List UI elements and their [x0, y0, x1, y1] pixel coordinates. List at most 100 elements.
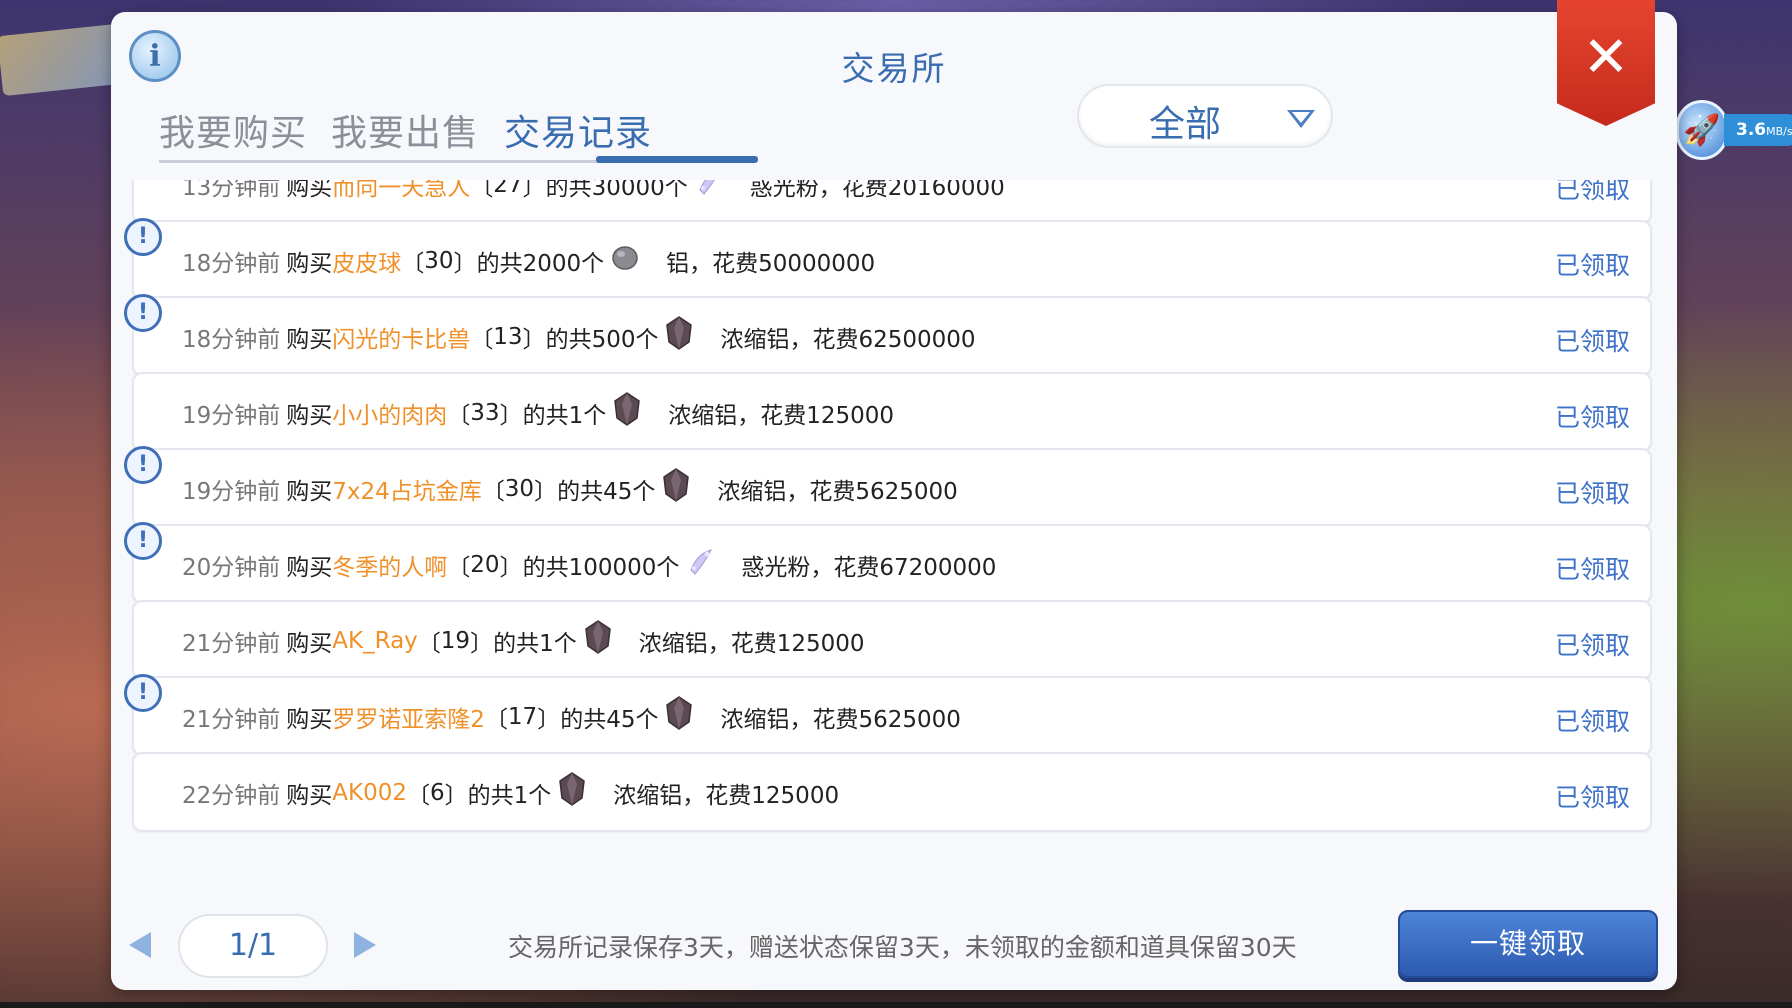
record-count: 的共2000个 [476, 251, 605, 277]
record-count: 的共30000个 [545, 180, 688, 201]
record-count: 的共500个 [545, 327, 659, 353]
filter-dropdown[interactable]: 全部 [1077, 84, 1333, 148]
record-player: 7x24占坑金库 [332, 479, 482, 505]
record-count: 的共1个 [467, 783, 552, 809]
record-player: 罗罗诺亚索隆2 [332, 707, 485, 733]
records-list[interactable]: 13分钟前 购买 而向一天急人〔 27 〕的共30000个 惑光粉 ，花费20160000 已… [111, 180, 1677, 896]
record-level-open: 〔 [484, 707, 508, 733]
record-player: AK_Ray [332, 628, 418, 654]
claim-all-button[interactable]: 一键领取 [1398, 910, 1658, 978]
record-level: 20 [470, 552, 500, 578]
record-action: 购买 [286, 707, 333, 733]
record-level-open: 〔 [447, 403, 471, 429]
stardust-icon [694, 180, 724, 198]
next-page-icon[interactable] [354, 932, 376, 958]
network-speed-widget[interactable]: 🚀 3.6MB/s [1676, 100, 1792, 160]
record-level-open: 〔 [401, 251, 425, 277]
record-material: 浓缩铝 [613, 783, 683, 809]
record-material: 铝 [666, 251, 690, 277]
record-cost: ，花费5625000 [789, 707, 961, 733]
record-level: 17 [507, 704, 538, 730]
record-row[interactable]: ! 18分钟前 购买 闪光的卡比兽〔 13 〕的共500个 浓缩铝 ，花费62500000 已领… [124, 294, 1652, 376]
record-status[interactable]: 已领取 [1555, 626, 1630, 662]
tab-records[interactable]: 交易记录 [504, 104, 652, 156]
alert-icon[interactable]: ! [124, 674, 162, 712]
record-cost: ，花费125000 [682, 783, 840, 809]
record-action: 购买 [286, 555, 333, 581]
record-action: 购买 [286, 327, 333, 353]
panel-title: 交易所 [841, 49, 947, 88]
record-time: 22分钟前 [182, 783, 281, 809]
record-level: 30 [424, 248, 454, 274]
record-row[interactable]: 22分钟前 购买 AK002 〔 6 〕的共1个 浓缩铝 ，花费125000 已领取 [132, 752, 1652, 832]
speed-value: 3.6 [1736, 120, 1767, 140]
record-status[interactable]: 已领取 [1555, 550, 1630, 586]
record-time: 20分钟前 [182, 555, 281, 581]
record-text: 18分钟前 购买 皮皮球〔 30 〕的共2000个 铝，花费50000000 [182, 244, 875, 278]
exchange-panel: i 交易所 ✕ 我要购买 我要出售 交易记录 全部 13分钟前 购买 而向一天急人〔… [111, 0, 1677, 990]
record-count: 的共45个 [557, 479, 656, 505]
crystal-icon [664, 316, 694, 350]
alert-icon[interactable]: ! [124, 218, 162, 256]
alert-icon[interactable]: ! [124, 446, 162, 484]
record-count: 的共1个 [493, 631, 577, 657]
record-status[interactable]: 已领取 [1555, 778, 1630, 814]
tab-bar: 我要购买 我要出售 交易记录 [159, 92, 758, 163]
record-status[interactable]: 已领取 [1555, 702, 1630, 738]
record-status[interactable]: 已领取 [1555, 474, 1630, 510]
record-cost: ，花费62500000 [789, 327, 976, 353]
record-level: 6 [430, 780, 445, 806]
record-level-open: 〔 [417, 631, 441, 657]
prev-page-icon[interactable] [129, 932, 151, 958]
record-level: 33 [470, 400, 500, 426]
record-row[interactable]: 19分钟前 购买 小小的肉肉〔 33 〕的共1个 浓缩铝 ，花费125000 已领取 [132, 372, 1652, 452]
record-material: 浓缩铝 [668, 403, 738, 429]
record-cost: ，花费67200000 [810, 555, 997, 581]
record-material: 浓缩铝 [720, 707, 790, 733]
record-level-close: 〕 [534, 479, 558, 505]
record-action: 购买 [286, 403, 333, 429]
footer-bar: 1/1 交易所记录保存3天，赠送状态保留3天，未领取的金额和道具保留30天 一键… [111, 898, 1677, 990]
record-player: 皮皮球 [332, 251, 402, 277]
record-row[interactable]: 21分钟前 购买 AK_Ray 〔 19 〕的共1个 浓缩铝 ，花费125000 已领取 [132, 600, 1652, 680]
record-player: AK002 [332, 780, 407, 806]
record-action: 购买 [286, 251, 333, 277]
record-row[interactable]: ! 19分钟前 购买 7x24占坑金库〔 30 〕的共45个 浓缩铝 ，花费5625000 已领… [124, 446, 1652, 528]
record-row[interactable]: ! 21分钟前 购买 罗罗诺亚索隆2 〔 17 〕的共45个 浓缩铝 ，花费5625000 已领取 [124, 674, 1652, 756]
record-material: 浓缩铝 [720, 327, 790, 353]
record-action: 购买 [286, 479, 333, 505]
tab-buy[interactable]: 我要购买 [159, 104, 307, 156]
record-text: 19分钟前 购买 7x24占坑金库〔 30 〕的共45个 浓缩铝 ，花费5625000 [182, 468, 958, 506]
alert-icon[interactable]: ! [124, 522, 162, 560]
record-level: 19 [440, 628, 471, 654]
record-player: 冬季的人啊 [332, 555, 448, 581]
ore-icon [610, 240, 640, 274]
record-time: 13分钟前 [182, 180, 281, 201]
record-level-open: 〔 [447, 555, 471, 581]
record-text: 20分钟前 购买 冬季的人啊〔 20 〕的共100000个 惑光粉 ，花费67200000 [182, 548, 996, 582]
retention-note: 交易所记录保存3天，赠送状态保留3天，未领取的金额和道具保留30天 [508, 933, 1297, 962]
record-level-close: 〕 [499, 403, 523, 429]
record-status[interactable]: 已领取 [1555, 246, 1630, 282]
record-row[interactable]: 13分钟前 购买 而向一天急人〔 27 〕的共30000个 惑光粉 ，花费20160000 已… [132, 180, 1652, 224]
rocket-icon: 🚀 [1676, 100, 1728, 160]
stardust-icon [685, 544, 715, 578]
record-cost: ，花费125000 [707, 631, 865, 657]
record-row[interactable]: ! 20分钟前 购买 冬季的人啊〔 20 〕的共100000个 惑光粉 ，花费67200000… [124, 522, 1652, 604]
record-time: 21分钟前 [182, 631, 281, 657]
record-row[interactable]: ! 18分钟前 购买 皮皮球〔 30 〕的共2000个 铝，花费50000000 已领取 [124, 218, 1652, 300]
crystal-icon [664, 696, 694, 730]
record-status[interactable]: 已领取 [1555, 322, 1630, 358]
record-status[interactable]: 已领取 [1555, 398, 1630, 434]
record-material: 浓缩铝 [717, 479, 787, 505]
close-button[interactable]: ✕ [1557, 0, 1655, 126]
alert-icon[interactable]: ! [124, 294, 162, 332]
record-level-close: 〕 [522, 180, 546, 201]
record-text: 21分钟前 购买 罗罗诺亚索隆2 〔 17 〕的共45个 浓缩铝 ，花费5625000 [182, 696, 961, 734]
record-cost: ，花费20160000 [818, 180, 1005, 201]
background-map-decoration [0, 23, 123, 97]
record-action: 购买 [286, 783, 333, 809]
record-level-open: 〔 [470, 180, 494, 201]
tab-sell[interactable]: 我要出售 [331, 104, 479, 156]
record-status[interactable]: 已领取 [1555, 180, 1630, 206]
